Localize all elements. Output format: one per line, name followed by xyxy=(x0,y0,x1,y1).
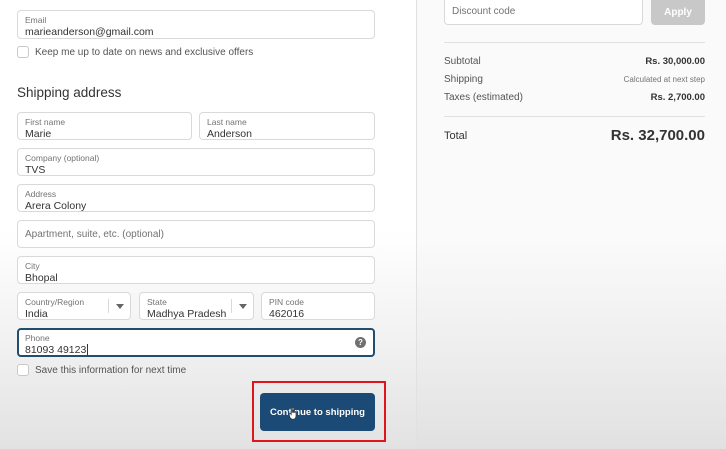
state-label: State xyxy=(147,297,167,307)
discount-code-placeholder: Discount code xyxy=(452,6,516,17)
save-info-checkbox[interactable] xyxy=(17,364,29,376)
apply-discount-button[interactable]: Apply xyxy=(651,0,705,25)
phone-value-wrapper: 81093 49123 xyxy=(25,344,89,356)
shipping-cost-label: Shipping xyxy=(444,74,483,85)
newsletter-label: Keep me up to date on news and exclusive… xyxy=(35,47,254,58)
company-field[interactable]: Company (optional) TVS xyxy=(17,148,375,176)
apartment-field[interactable]: Apartment, suite, etc. (optional) xyxy=(17,220,375,248)
city-value: Bhopal xyxy=(25,272,58,284)
email-field[interactable]: Email marieanderson@gmail.com xyxy=(17,10,375,39)
help-icon[interactable]: ? xyxy=(355,337,366,348)
shipping-address-heading: Shipping address xyxy=(17,85,122,100)
country-label: Country/Region xyxy=(25,297,85,307)
newsletter-checkbox[interactable] xyxy=(17,46,29,58)
taxes-label: Taxes (estimated) xyxy=(444,92,523,103)
total-label: Total xyxy=(444,130,468,142)
first-name-value: Marie xyxy=(25,128,52,140)
pin-code-label: PIN code xyxy=(269,297,304,307)
chevron-down-icon xyxy=(116,304,124,309)
last-name-field[interactable]: Last name Anderson xyxy=(199,112,375,140)
phone-field[interactable]: Phone 81093 49123 ? xyxy=(17,328,375,357)
subtotal-value: Rs. 30,000.00 xyxy=(645,56,705,67)
save-info-label: Save this information for next time xyxy=(35,365,187,376)
country-value: India xyxy=(25,308,48,320)
state-value: Madhya Pradesh xyxy=(147,308,227,320)
total-value: Rs. 32,700.00 xyxy=(610,127,705,144)
phone-label: Phone xyxy=(25,333,50,343)
taxes-value: Rs. 2,700.00 xyxy=(650,92,705,103)
pin-code-field[interactable]: PIN code 462016 xyxy=(261,292,375,320)
company-label: Company (optional) xyxy=(25,153,100,163)
email-value: marieanderson@gmail.com xyxy=(25,26,154,38)
last-name-value: Anderson xyxy=(207,128,252,140)
last-name-label: Last name xyxy=(207,117,247,127)
annotation-highlight-box xyxy=(252,381,386,442)
address-field[interactable]: Address Arera Colony xyxy=(17,184,375,212)
chevron-down-icon xyxy=(239,304,247,309)
city-label: City xyxy=(25,261,40,271)
city-field[interactable]: City Bhopal xyxy=(17,256,375,284)
shipping-cost-value: Calculated at next step xyxy=(623,75,705,84)
summary-divider xyxy=(444,42,705,43)
state-select-divider xyxy=(231,299,232,313)
apartment-placeholder: Apartment, suite, etc. (optional) xyxy=(25,228,164,240)
apply-button-label: Apply xyxy=(664,7,692,18)
address-label: Address xyxy=(25,189,57,199)
country-select-divider xyxy=(108,299,109,313)
pin-code-value: 462016 xyxy=(269,308,305,320)
subtotal-label: Subtotal xyxy=(444,56,481,67)
discount-code-input[interactable]: Discount code xyxy=(444,0,643,25)
first-name-field[interactable]: First name Marie xyxy=(17,112,192,140)
email-label: Email xyxy=(25,15,47,25)
text-caret xyxy=(87,344,89,355)
address-value: Arera Colony xyxy=(25,200,87,212)
first-name-label: First name xyxy=(25,117,66,127)
order-summary-panel xyxy=(416,0,726,449)
company-value: TVS xyxy=(25,164,46,176)
total-divider xyxy=(444,116,705,117)
phone-value: 81093 49123 xyxy=(25,344,87,356)
country-select[interactable]: Country/Region India xyxy=(17,292,131,320)
state-select[interactable]: State Madhya Pradesh xyxy=(139,292,254,320)
hand-pointer-icon xyxy=(288,406,297,420)
